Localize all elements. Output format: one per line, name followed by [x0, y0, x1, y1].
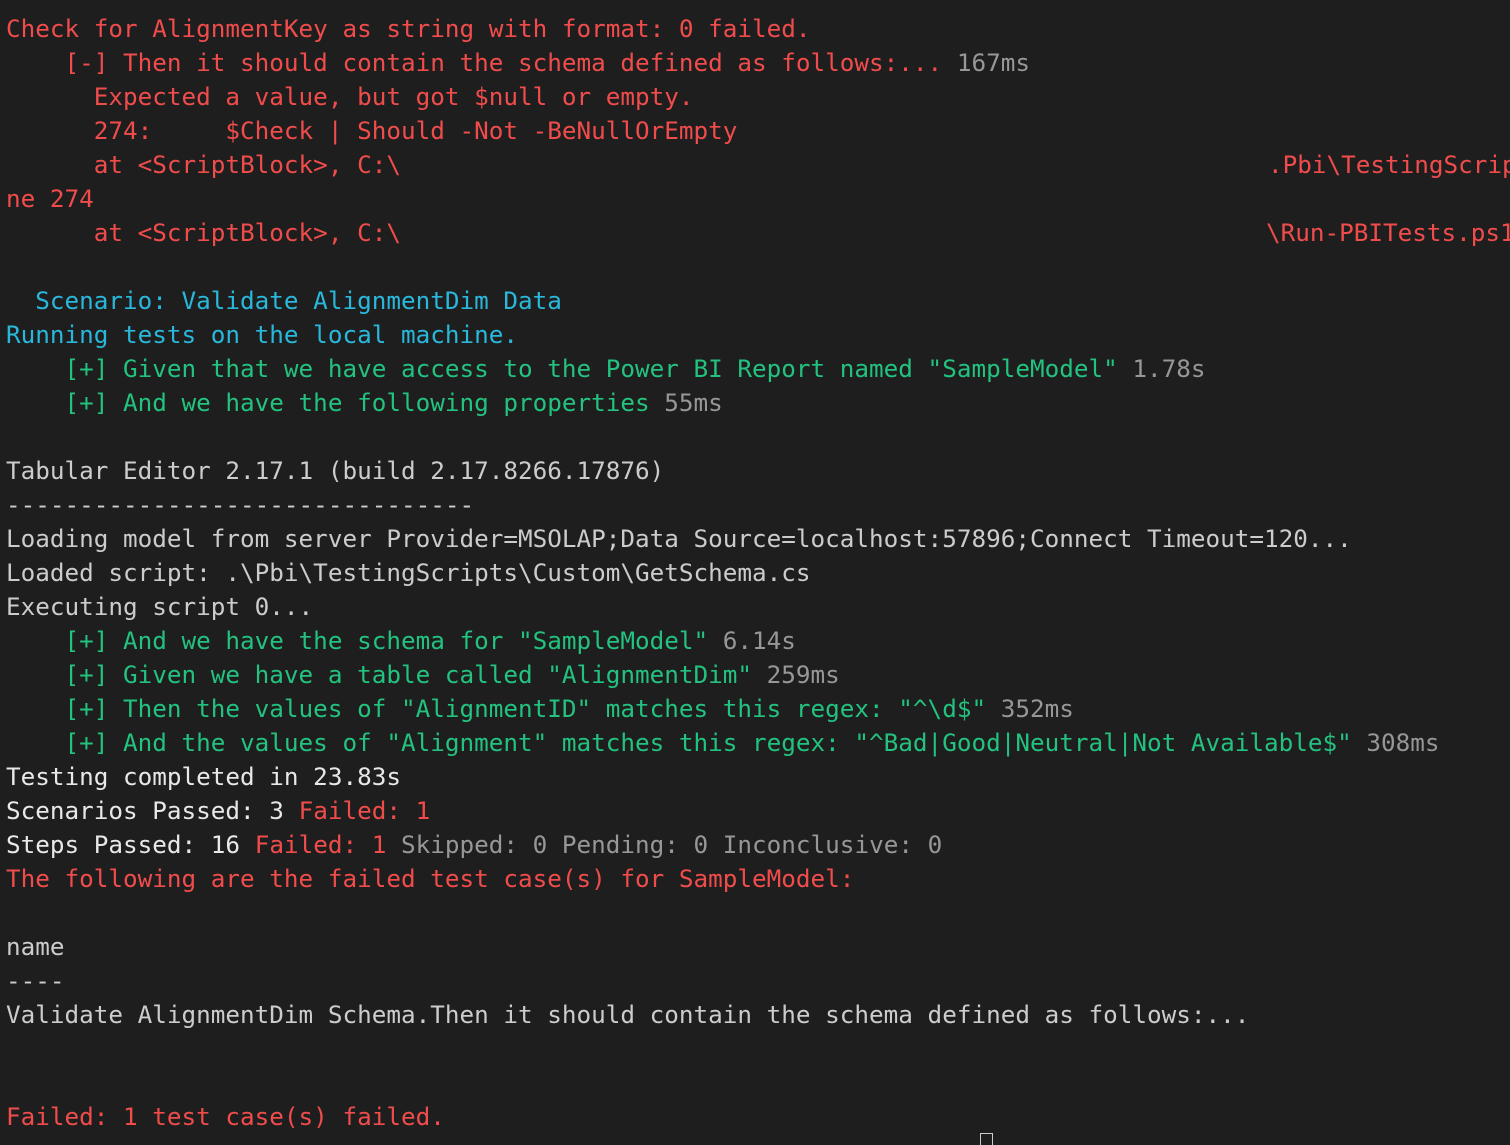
- passed-step: [+] And we have the schema for "SampleMo…: [0, 624, 1510, 658]
- terminal-cursor: [980, 1133, 993, 1145]
- step-text: [+] Given we have a table called "Alignm…: [6, 660, 753, 689]
- step-duration: 55ms: [649, 388, 723, 417]
- table-column-header: name: [6, 932, 65, 961]
- step-duration: 308ms: [1351, 728, 1440, 757]
- scenarios-summary: Scenarios Passed: 3 Failed: 1: [0, 794, 1510, 828]
- separator-line: --------------------------------: [6, 490, 475, 519]
- step-text: [+] And we have the following properties: [6, 388, 650, 417]
- terminal-output[interactable]: Check for AlignmentKey as string with fo…: [0, 0, 1510, 1145]
- testing-completed: Testing completed in 23.83s: [6, 762, 401, 791]
- step-text: [+] And we have the schema for "SampleMo…: [6, 626, 709, 655]
- steps-failed: Failed: 1: [240, 830, 387, 859]
- scenarios-passed: Scenarios Passed: 3: [6, 796, 284, 825]
- passed-step: [+] Given that we have access to the Pow…: [0, 352, 1510, 386]
- stack-trace-wrap: ne 274: [6, 184, 94, 213]
- steps-other: Skipped: 0 Pending: 0 Inconclusive: 0: [386, 830, 943, 859]
- loaded-script-line: Loaded script: .\Pbi\TestingScripts\Cust…: [6, 558, 811, 587]
- passed-step: [+] Then the values of "AlignmentID" mat…: [0, 692, 1510, 726]
- failed-step-line: [-] Then it should contain the schema de…: [0, 46, 1510, 80]
- step-duration: 1.78s: [1117, 354, 1206, 383]
- steps-passed: Steps Passed: 16: [6, 830, 241, 859]
- stack-trace-left: at <ScriptBlock>, C:\: [6, 150, 401, 179]
- step-text: [+] Then the values of "AlignmentID" mat…: [6, 694, 987, 723]
- error-code-line: 274: $Check | Should -Not -BeNullOrEmpty: [6, 116, 738, 145]
- table-row: Validate AlignmentDim Schema.Then it sho…: [6, 1000, 1250, 1029]
- executing-script-line: Executing script 0...: [6, 592, 314, 621]
- stack-trace-right: .Pbi\TestingScrip: [1268, 150, 1510, 179]
- step-duration: 259ms: [752, 660, 840, 689]
- running-note: Running tests on the local machine.: [6, 320, 518, 349]
- scenarios-failed: Failed: 1: [283, 796, 431, 825]
- passed-step: [+] And the values of "Alignment" matche…: [0, 726, 1510, 760]
- final-failure-message: Failed: 1 test case(s) failed.: [6, 1102, 445, 1131]
- failed-check-header: Check for AlignmentKey as string with fo…: [6, 14, 811, 43]
- table-header-underline: ----: [6, 966, 65, 995]
- loading-model-line: Loading model from server Provider=MSOLA…: [6, 524, 1352, 553]
- step-text: [+] And the values of "Alignment" matche…: [6, 728, 1352, 757]
- tabular-editor-version: Tabular Editor 2.17.1 (build 2.17.8266.1…: [6, 456, 665, 485]
- stack-trace-line: at <ScriptBlock>, C:\ \Run-PBITests.ps1: [0, 216, 1510, 250]
- passed-step: [+] Given we have a table called "Alignm…: [0, 658, 1510, 692]
- error-message: Expected a value, but got $null or empty…: [6, 82, 694, 111]
- step-text: [+] Given that we have access to the Pow…: [6, 354, 1118, 383]
- failed-cases-header: The following are the failed test case(s…: [6, 864, 855, 893]
- failed-step-text: [-] Then it should contain the schema de…: [6, 48, 943, 77]
- step-duration: 352ms: [986, 694, 1074, 723]
- scenario-title: Scenario: Validate AlignmentDim Data: [6, 286, 562, 315]
- stack-trace-right: \Run-PBITests.ps1: [1266, 218, 1510, 247]
- steps-summary: Steps Passed: 16 Failed: 1 Skipped: 0 Pe…: [0, 828, 1510, 862]
- step-duration: 167ms: [942, 48, 1030, 77]
- step-duration: 6.14s: [708, 626, 796, 655]
- stack-trace-left: at <ScriptBlock>, C:\: [6, 218, 401, 247]
- passed-step: [+] And we have the following properties…: [0, 386, 1510, 420]
- stack-trace-line: at <ScriptBlock>, C:\ .Pbi\TestingScrip: [0, 148, 1510, 182]
